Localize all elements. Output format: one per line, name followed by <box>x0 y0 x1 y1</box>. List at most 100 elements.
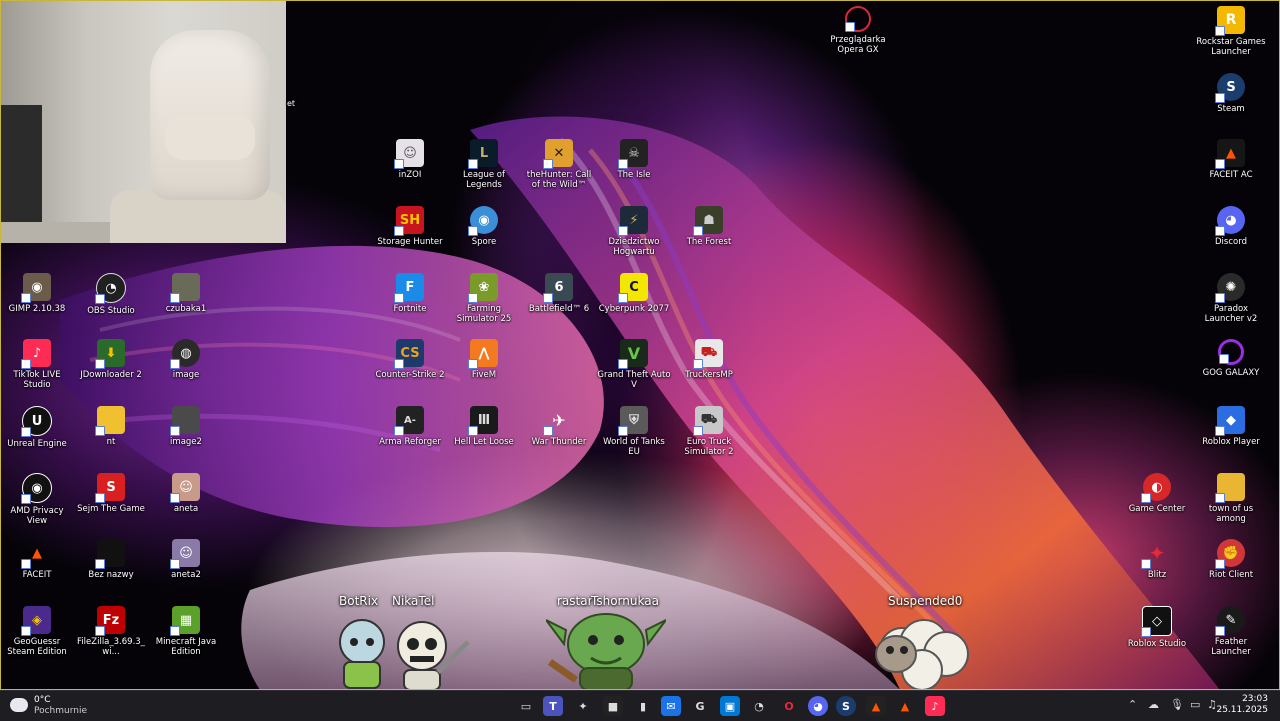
desktop-icon-aneta2[interactable]: ☺ aneta2 <box>149 539 223 580</box>
steam-icon: S <box>1215 73 1245 103</box>
desktop-icon-league-of-legends[interactable]: L League of Legends <box>447 139 521 190</box>
desktop-icon-label: Cyberpunk 2077 <box>598 304 670 314</box>
desktop-icon-minecraft[interactable]: ▦ Minecraft Java Edition <box>149 606 223 657</box>
desktop-icon-faceit[interactable]: ▲ FACEIT <box>0 539 74 580</box>
desktop-icon-jdownloader[interactable]: ⬇ JDownloader 2 <box>74 339 148 380</box>
desktop-icon-faceit-ac[interactable]: ▲ FACEIT AC <box>1194 139 1268 180</box>
desktop-icon-farming-simulator[interactable]: ❀ Farming Simulator 25 <box>447 273 521 324</box>
desktop-icon-hogwarts[interactable]: ⚡ Dziedzictwo Hogwartu <box>597 206 671 257</box>
fortnite-icon: F <box>394 273 424 303</box>
desktop-icon-gog[interactable]: GOG GALAXY <box>1194 339 1268 378</box>
steam-taskbar-icon[interactable]: S <box>836 696 856 716</box>
desktop-icon-riot[interactable]: ✊ Riot Client <box>1194 539 1268 580</box>
viewer-name-5: Suspended0 <box>888 594 963 608</box>
desktop-icon-game-center[interactable]: ◐ Game Center <box>1120 473 1194 514</box>
desktop-icon-label: Fortnite <box>393 304 427 314</box>
desktop-icon-spore[interactable]: ◉ Spore <box>447 206 521 247</box>
desktop-icon-obs[interactable]: ◔ OBS Studio <box>74 273 148 316</box>
desktop-icon-arma-reforger[interactable]: A- Arma Reforger <box>373 406 447 447</box>
desktop-icon-town-of-us[interactable]: town of us among <box>1194 473 1268 524</box>
weather-temperature: 0°C <box>34 695 51 705</box>
thehunter-icon: ✕ <box>543 139 573 169</box>
desktop-icon-battlefield[interactable]: 6 Battlefield™ 6 <box>522 273 596 314</box>
volume-icon[interactable]: ♫ <box>1207 698 1217 711</box>
desktop-icon-label: Feather Launcher <box>1211 637 1251 657</box>
obs-taskbar-icon[interactable]: ◔ <box>749 696 769 716</box>
desktop-icon-tiktok-live[interactable]: ♪ TikTok LIVE Studio <box>0 339 74 390</box>
desktop-icon-cyberpunk[interactable]: C Cyberpunk 2077 <box>597 273 671 314</box>
taskbar-app-icon[interactable]: G <box>690 696 710 716</box>
desktop-icon-paradox[interactable]: ✺ Paradox Launcher v2 <box>1194 273 1268 324</box>
arma-reforger-icon: A- <box>394 406 424 436</box>
image-file-icon <box>170 406 200 436</box>
desktop-icon-truckersmp[interactable]: ⛟ TruckersMP <box>672 339 746 380</box>
desktop-icon-sejm[interactable]: S Sejm The Game <box>74 473 148 514</box>
desktop-icon-world-of-tanks[interactable]: ⛨ World of Tanks EU <box>597 406 671 457</box>
desktop-icon-opera-gx[interactable]: Przeglądarka Opera GX <box>820 6 896 55</box>
desktop-icon-label: FACEIT AC <box>1209 170 1253 180</box>
mail-icon[interactable]: ✉ <box>661 696 681 716</box>
viewer-name-2: NikaTel <box>392 594 435 608</box>
desktop-icon-blitz[interactable]: ✦ Blitz <box>1120 539 1194 580</box>
desktop-icon-roblox-studio[interactable]: ◇ Roblox Studio <box>1120 606 1194 649</box>
webcam-overlay <box>0 0 286 243</box>
taskbar-app-icon[interactable]: ▮ <box>633 696 653 716</box>
file-explorer-icon[interactable]: ▭ <box>516 696 536 716</box>
taskbar-app-icon[interactable]: ✦ <box>573 696 593 716</box>
desktop-icon-roblox-player[interactable]: ◆ Roblox Player <box>1194 406 1268 447</box>
clock[interactable]: 23:03 25.11.2025 <box>1216 694 1268 716</box>
faceit-taskbar-icon[interactable]: ▲ <box>866 696 886 716</box>
webcam-chair-pillow <box>165 115 255 160</box>
desktop-icon-the-forest[interactable]: ☗ The Forest <box>672 206 746 247</box>
desktop-icon-inzoi[interactable]: ☺ inZOI <box>373 139 447 180</box>
desktop-icon-label: image2 <box>170 437 202 447</box>
desktop-icon-aneta[interactable]: ☺ aneta <box>149 473 223 514</box>
desktop-icon-label: TruckersMP <box>685 370 733 380</box>
desktop-icon-nt[interactable]: nt <box>74 406 148 447</box>
faceit-ac-taskbar-icon[interactable]: ▲ <box>895 696 915 716</box>
desktop-icon-fivem[interactable]: ⋀ FiveM <box>447 339 521 380</box>
onedrive-icon[interactable]: ☁ <box>1148 698 1159 711</box>
desktop-icon-bez-nazwy[interactable]: Bez nazwy <box>74 539 148 580</box>
obs-icon: ◔ <box>95 273 126 304</box>
desktop-icon-geoguessr[interactable]: ◈ GeoGuessr Steam Edition <box>0 606 74 657</box>
desktop-icon-counter-strike[interactable]: CS Counter-Strike 2 <box>373 339 447 380</box>
desktop-icon-gimp[interactable]: ◉ GIMP 2.10.38 <box>0 273 74 314</box>
image-file-icon: ☺ <box>170 539 200 569</box>
desktop-icon-label: Dziedzictwo Hogwartu <box>608 237 660 257</box>
desktop-icon-amd-privacy[interactable]: ◉ AMD Privacy View <box>0 473 74 526</box>
desktop-icon-gta5[interactable]: V Grand Theft Auto V <box>597 339 671 390</box>
discord-taskbar-icon[interactable]: ◕ <box>808 696 828 716</box>
cloud-icon <box>10 698 28 712</box>
desktop-icon-discord[interactable]: ◕ Discord <box>1194 206 1268 247</box>
chevron-up-icon[interactable]: ⌃ <box>1128 698 1137 711</box>
desktop-icon-steam[interactable]: S Steam <box>1194 73 1268 114</box>
desktop-icon-unreal[interactable]: U Unreal Engine <box>0 406 74 449</box>
desktop-icon-rockstar[interactable]: R Rockstar Games Launcher <box>1194 6 1268 57</box>
desktop-icon-hell-let-loose[interactable]: Ⅲ Hell Let Loose <box>447 406 521 447</box>
desktop-icon-image2[interactable]: image2 <box>149 406 223 447</box>
taskbar-app-icon[interactable]: ■ <box>603 696 623 716</box>
desktop-icon-storage-hunter[interactable]: SH Storage Hunter <box>373 206 447 247</box>
tiktok-taskbar-icon[interactable]: ♪ <box>925 696 945 716</box>
weather-widget[interactable]: 0°C Pochmurnie <box>10 694 110 718</box>
desktop-icon-image[interactable]: ◍ image <box>149 339 223 380</box>
desktop-icon-label: OBS Studio <box>87 306 135 316</box>
teams-icon[interactable]: T <box>543 696 563 716</box>
desktop-icon-filezilla[interactable]: Fz FileZilla_3.69.3_wi... <box>74 606 148 657</box>
desktop-icon-fortnite[interactable]: F Fortnite <box>373 273 447 314</box>
desktop-icon-ets2[interactable]: ⛟ Euro Truck Simulator 2 <box>672 406 746 457</box>
microphone-icon[interactable]: 🎙 <box>1170 698 1184 711</box>
store-icon[interactable]: ▣ <box>720 696 740 716</box>
desktop-icon-feather[interactable]: ✎ Feather Launcher <box>1194 606 1268 657</box>
faceit-ac-icon: ▲ <box>1215 139 1245 169</box>
desktop-icon-label: town of us among <box>1208 504 1254 524</box>
network-icon[interactable]: ▭ <box>1190 698 1200 711</box>
opera-gx-taskbar-icon[interactable]: O <box>779 696 799 716</box>
desktop-icon-the-isle[interactable]: ☠ The Isle <box>597 139 671 180</box>
weather-condition: Pochmurnie <box>34 706 88 716</box>
desktop-icon-czubaka1[interactable]: czubaka1 <box>149 273 223 314</box>
desktop-icon-thehunter[interactable]: ✕ theHunter: Call of the Wild™ <box>522 139 596 190</box>
desktop-icon-war-thunder[interactable]: ✈ War Thunder <box>522 406 596 448</box>
desktop[interactable]: et Przeglądarka Opera GX R Rockstar Game… <box>0 0 1280 690</box>
